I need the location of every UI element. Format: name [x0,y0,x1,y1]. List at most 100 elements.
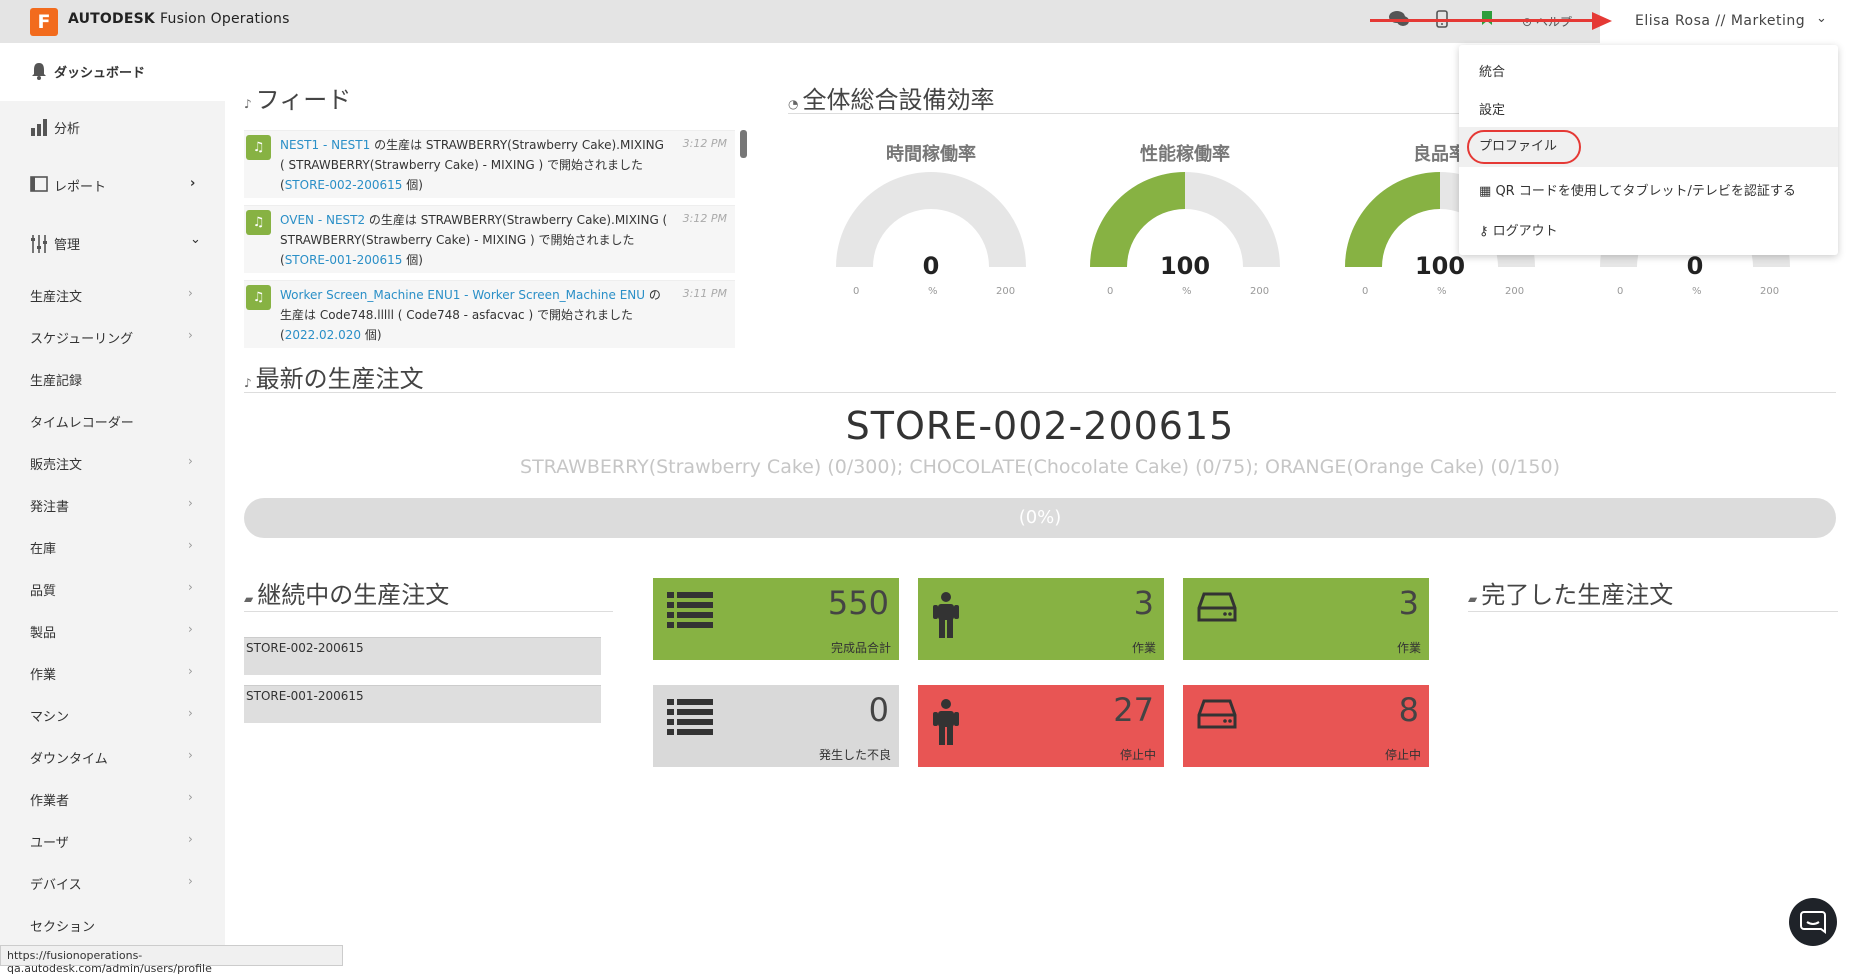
sidebar-subitem-label: 作業 [30,668,57,683]
feed-title: ♪ フィード [244,80,351,115]
list-icon [667,699,715,739]
sidebar-label-analysis: 分析 [54,122,81,137]
sidebar-subitem-label: 発注書 [30,500,70,515]
stat-tile[interactable]: 0 発生した不良 [653,685,899,767]
ongoing-title-text: 継続中の生産注文 [257,581,450,609]
gauge-unit: % [1182,286,1192,297]
bar-chart-icon [30,118,48,140]
feed-text: OVEN - NEST2 の生産は STRAWBERRY(Strawberry … [280,210,670,270]
sidebar-subitem-label: セクション [30,920,96,935]
gauge-max: 200 [1760,286,1780,297]
feed-suffix: 個) [402,253,423,267]
feed-item: ♫ NEST1 - NEST1 の生産は STRAWBERRY(Strawberr… [244,130,735,198]
person-icon [932,699,960,749]
stat-tile[interactable]: 3 作業 [918,578,1164,660]
sidebar-subitem-label: ユーザ [30,836,69,851]
dropdown-item-settings[interactable]: 設定 [1459,99,1838,118]
brand-name[interactable]: AUTODESK Fusion Operations [68,11,290,27]
sidebar-subitem[interactable]: セクション [0,916,225,940]
sliders-icon [30,234,48,258]
feed-text: NEST1 - NEST1 の生産は STRAWBERRY(Strawberry… [280,135,670,195]
feed-title-text: フィード [255,86,352,114]
chevron-right-icon: › [188,748,193,762]
feed-source-link[interactable]: NEST1 - NEST1 [280,138,370,152]
sidebar-subitem[interactable]: 生産記録 [0,370,225,394]
annotation-arrow-line [1370,19,1600,22]
gauge-max: 200 [1250,286,1270,297]
annotation-highlight-circle [1467,130,1581,164]
stat-tile[interactable]: 3 作業 [1183,578,1429,660]
sidebar-subitem[interactable]: 生産注文 › [0,286,225,310]
help-label: ヘルプ [1535,15,1572,29]
gauge-min: 0 [1362,286,1369,297]
gauge-max: 200 [1505,286,1525,297]
feed-source-link[interactable]: Worker Screen_Machine ENU1 - Worker Scre… [280,288,645,302]
latest-order-products: STRAWBERRY(Strawberry Cake) (0/300); CHO… [520,456,1560,478]
feed-source-link[interactable]: OVEN - NEST2 [280,213,365,227]
sidebar-subitem-label: 在庫 [30,542,57,557]
sidebar-subitem[interactable]: 作業者 › [0,790,225,814]
stat-tile[interactable]: 27 停止中 [918,685,1164,767]
latest-title: ♪ 最新の生産注文 [244,359,424,394]
sidebar-subitem-label: ダウンタイム [30,752,108,767]
sidebar-subitem[interactable]: スケジューリング › [0,328,225,352]
chevron-right-icon: › [188,454,193,468]
sidebar-subitem[interactable]: タイムレコーダー [0,412,225,436]
feed-order-link[interactable]: STORE-001-200615 [285,253,403,267]
stat-tile[interactable]: 8 停止中 [1183,685,1429,767]
qr-auth-label: QR コードを使用してタブレット/テレビを認証する [1495,184,1796,199]
oee-gauge: 性能稼働率 100 0% 200 [1085,140,1285,300]
bell-icon: ♫ [246,210,271,235]
sidebar-subitem-label: デバイス [30,878,82,893]
sidebar-subitem[interactable]: 発注書 › [0,496,225,520]
sidebar-subitem[interactable]: 品質 › [0,580,225,604]
user-menu[interactable]: Elisa Rosa // Marketing ⌄ [1600,0,1856,43]
completed-title-text: 完了した生産注文 [1481,581,1674,609]
dropdown-item-qr-auth[interactable]: ▦ QR コードを使用してタブレット/テレビを認証する [1459,180,1838,199]
feed-scrollbar[interactable] [740,130,747,158]
ongoing-order-item[interactable]: STORE-001-200615 [244,685,601,723]
bell-icon [30,62,48,84]
feed-order-link[interactable]: STORE-002-200615 [285,178,403,192]
gauge-title: 性能稼働率 [1140,144,1230,165]
sidebar-item-dashboard[interactable]: ダッシュボード [0,43,225,101]
sidebar-subitem[interactable]: デバイス › [0,874,225,898]
gauge-icon: ◔ [788,97,799,111]
chevron-right-icon: › [188,622,193,636]
stat-tile[interactable]: 550 完成品合計 [653,578,899,660]
sidebar-subitem[interactable]: 作業 › [0,664,225,688]
gauge-unit: % [928,286,938,297]
ongoing-order-item[interactable]: STORE-002-200615 [244,637,601,675]
sidebar-subitem[interactable]: ダウンタイム › [0,748,225,772]
sidebar-subitem-label: 生産記録 [30,374,83,389]
latest-divider [244,392,1836,393]
ongoing-title: ▰ 継続中の生産注文 [244,575,449,610]
latest-order-id[interactable]: STORE-002-200615 [244,404,1836,448]
dropdown-item-logout[interactable]: ⚷ ログアウト [1459,220,1838,239]
report-icon [30,176,48,196]
oee-title: ◔ 全体総合設備効率 [788,80,994,115]
fusion-logo[interactable]: F [30,8,58,36]
sidebar-subitem[interactable]: 販売注文 › [0,454,225,478]
status-url-bar: https://fusionoperations-qa.autodesk.com… [0,945,343,975]
sidebar-subitem[interactable]: 在庫 › [0,538,225,562]
user-label: Elisa Rosa // Marketing [1635,13,1806,29]
feed-suffix: 個) [402,178,423,192]
tile-label: 完成品合計 [830,641,891,655]
sidebar-subitem-label: 作業者 [30,794,70,809]
sidebar-subitem[interactable]: ユーザ › [0,832,225,856]
chat-launcher-button[interactable] [1789,898,1837,946]
sidebar-label-dashboard: ダッシュボード [54,66,146,81]
dropdown-item-integration[interactable]: 統合 [1459,61,1838,80]
feed-suffix: 個) [361,328,382,342]
sidebar-subitem[interactable]: マシン › [0,706,225,730]
list-icon [667,592,715,632]
feed-order-link[interactable]: 2022.02.020 [285,328,361,342]
sidebar-subitem[interactable]: 製品 › [0,622,225,646]
gauge-title: 時間稼働率 [886,144,976,165]
oee-gauge: 時間稼働率 0 0% 200 [831,140,1031,300]
gauge-unit: % [1692,286,1702,297]
folder-icon: ▰ [1468,592,1478,606]
feed-text: Worker Screen_Machine ENU1 - Worker Scre… [280,285,670,345]
oee-title-text: 全体総合設備効率 [802,86,995,114]
